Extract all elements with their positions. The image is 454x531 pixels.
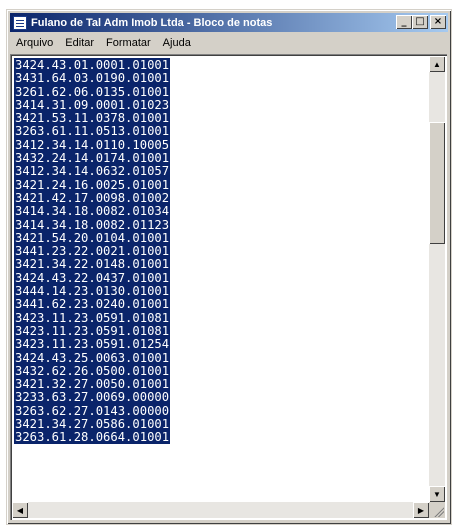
text-line: 3441.62.23.0240.01001 — [14, 297, 424, 312]
text-line: 3441.23.22.0021.01001 — [14, 244, 424, 259]
text-editor[interactable]: 3424.43.01.0001.01001 3431.64.03.0190.01… — [10, 54, 447, 520]
text-line: 3432.62.26.0500.01001 — [14, 363, 424, 378]
close-button[interactable]: × — [430, 15, 446, 29]
text-line: 3431.64.03.0190.01001 — [14, 71, 424, 86]
minimize-button[interactable]: _ — [396, 15, 412, 29]
selected-text: 3414.34.18.0082.01123 — [14, 217, 171, 232]
menu-ajuda[interactable]: Ajuda — [157, 37, 197, 49]
text-line: 3421.34.22.0148.01001 — [14, 257, 424, 272]
selected-text: 3432.24.14.0174.01001 — [14, 151, 171, 166]
text-line: 3261.62.06.0135.01001 — [14, 84, 424, 99]
text-line: 3414.31.09.0001.01023 — [14, 97, 424, 112]
scroll-right-button[interactable]: ▶ — [413, 502, 429, 518]
window-controls: _ □ × — [396, 15, 446, 29]
selected-text: 3263.61.11.0513.01001 — [14, 124, 171, 139]
window-title: Fulano de Tal Adm Imob Ltda - Bloco de n… — [31, 16, 273, 29]
selected-text: 3431.64.03.0190.01001 — [14, 71, 171, 86]
selected-text: 3263.61.28.0664.01001 — [14, 430, 171, 445]
scroll-down-button[interactable]: ▼ — [429, 486, 445, 502]
text-line: 3421.53.11.0378.01001 — [14, 111, 424, 126]
selected-text: 3441.23.22.0021.01001 — [14, 244, 171, 259]
text-line: 3423.11.23.0591.01254 — [14, 337, 424, 352]
selected-text: 3432.62.26.0500.01001 — [14, 363, 171, 378]
selected-text: 3424.43.25.0063.01001 — [14, 350, 171, 365]
selected-text: 3412.34.14.0632.01057 — [14, 164, 171, 179]
text-line: 3233.63.27.0069.00000 — [14, 390, 424, 405]
text-line: 3421.24.16.0025.01001 — [14, 177, 424, 192]
text-line: 3263.62.27.0143.00000 — [14, 403, 424, 418]
text-line: 3263.61.28.0664.01001 — [14, 430, 424, 445]
selected-text: 3412.34.14.0110.10005 — [14, 137, 171, 152]
selected-text: 3414.34.18.0082.01034 — [14, 204, 171, 219]
text-line: 3432.24.14.0174.01001 — [14, 151, 424, 166]
selected-text: 3233.63.27.0069.00000 — [14, 390, 171, 405]
text-line: 3444.14.23.0130.01001 — [14, 284, 424, 299]
selected-text: 3421.53.11.0378.01001 — [14, 111, 171, 126]
selected-text: 3424.43.22.0437.01001 — [14, 270, 171, 285]
maximize-button[interactable]: □ — [412, 15, 428, 29]
selected-text: 3424.43.01.0001.01001 — [14, 58, 171, 72]
menu-bar: Arquivo Editar Formatar Ajuda — [10, 34, 448, 52]
selected-text: 3421.34.27.0586.01001 — [14, 417, 171, 432]
selected-text: 3421.32.27.0050.01001 — [14, 377, 171, 392]
menu-arquivo[interactable]: Arquivo — [10, 37, 59, 49]
selected-text: 3423.11.23.0591.01081 — [14, 310, 171, 325]
text-line: 3423.11.23.0591.01081 — [14, 323, 424, 338]
text-line: 3412.34.14.0110.10005 — [14, 137, 424, 152]
vertical-scrollbar[interactable]: ▲ ▼ — [429, 56, 445, 502]
text-line: 3414.34.18.0082.01034 — [14, 204, 424, 219]
selected-text: 3421.24.16.0025.01001 — [14, 177, 171, 192]
text-line: 3423.11.23.0591.01081 — [14, 310, 424, 325]
text-line: 3263.61.11.0513.01001 — [14, 124, 424, 139]
resize-grip-icon — [432, 505, 444, 517]
text-line: 3424.43.22.0437.01001 — [14, 270, 424, 285]
text-content[interactable]: 3424.43.01.0001.01001 3431.64.03.0190.01… — [14, 58, 424, 504]
selected-text: 3423.11.23.0591.01254 — [14, 337, 171, 352]
title-bar[interactable]: Fulano de Tal Adm Imob Ltda - Bloco de n… — [10, 13, 448, 32]
text-line: 3414.34.18.0082.01123 — [14, 217, 424, 232]
selected-text: 3444.14.23.0130.01001 — [14, 284, 171, 299]
notepad-window: Fulano de Tal Adm Imob Ltda - Bloco de n… — [6, 9, 452, 525]
text-line: 3424.43.25.0063.01001 — [14, 350, 424, 365]
vertical-scroll-thumb[interactable] — [429, 122, 445, 244]
selected-text: 3261.62.06.0135.01001 — [14, 84, 171, 99]
menu-formatar[interactable]: Formatar — [100, 37, 157, 49]
selected-text: 3421.34.22.0148.01001 — [14, 257, 171, 272]
scroll-up-button[interactable]: ▲ — [429, 56, 445, 72]
horizontal-scrollbar[interactable]: ◀ ▶ — [12, 502, 429, 518]
notepad-icon[interactable] — [13, 15, 27, 30]
selected-text: 3441.62.23.0240.01001 — [14, 297, 171, 312]
text-line: 3412.34.14.0632.01057 — [14, 164, 424, 179]
selected-text: 3263.62.27.0143.00000 — [14, 403, 171, 418]
selected-text: 3421.54.20.0104.01001 — [14, 230, 171, 245]
scroll-left-button[interactable]: ◀ — [12, 502, 28, 518]
selected-text: 3421.42.17.0098.01002 — [14, 190, 171, 205]
menu-editar[interactable]: Editar — [59, 37, 100, 49]
selected-text: 3423.11.23.0591.01081 — [14, 323, 171, 338]
text-line: 3421.32.27.0050.01001 — [14, 377, 424, 392]
text-line: 3424.43.01.0001.01001 — [14, 58, 424, 72]
text-line: 3421.34.27.0586.01001 — [14, 417, 424, 432]
selected-text: 3414.31.09.0001.01023 — [14, 97, 171, 112]
size-grip[interactable] — [429, 502, 445, 518]
text-line: 3421.42.17.0098.01002 — [14, 190, 424, 205]
text-line: 3421.54.20.0104.01001 — [14, 230, 424, 245]
